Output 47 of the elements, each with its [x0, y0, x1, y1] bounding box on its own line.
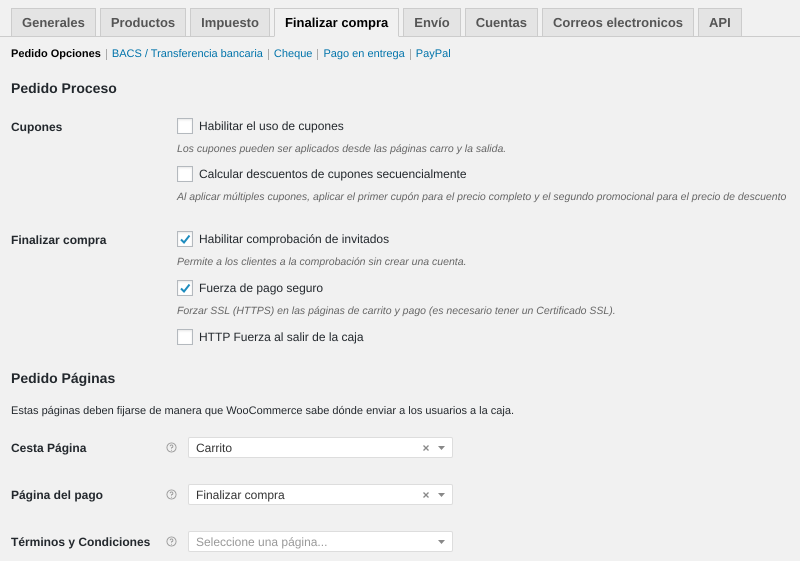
- tab[interactable]: Cuentas: [464, 8, 538, 36]
- tab[interactable]: Finalizar compra: [274, 8, 400, 37]
- select-field[interactable]: Finalizar compra: [188, 484, 453, 505]
- checkmark-icon: [179, 233, 191, 245]
- subnav-link[interactable]: Pago en entrega: [323, 46, 405, 62]
- tab[interactable]: Generales: [11, 8, 96, 36]
- checkmark-icon: [179, 282, 191, 294]
- setting-label: Finalizar compra: [11, 233, 106, 247]
- section-heading: Pedido Páginas: [10, 368, 116, 388]
- checkbox[interactable]: [177, 166, 193, 182]
- checkbox[interactable]: [177, 231, 193, 247]
- clear-icon[interactable]: [423, 444, 429, 450]
- help-icon[interactable]: [166, 442, 177, 453]
- tab[interactable]: API: [698, 8, 742, 36]
- description: Permite a los clientes a la comprobación sin crear una cuenta.: [177, 255, 468, 270]
- checkbox-label: HTTP Fuerza al salir de la caja: [199, 328, 364, 346]
- select-field[interactable]: Carrito: [188, 437, 453, 458]
- subnav-link[interactable]: PayPal: [416, 46, 451, 62]
- field-label: Términos y Condiciones: [11, 534, 150, 548]
- clear-icon[interactable]: [423, 492, 429, 498]
- checkbox-label: Habilitar el uso de cupones: [199, 118, 344, 134]
- checkbox-label: Calcular descuentos de cupones secuencialmente: [199, 166, 466, 184]
- checkbox-label: Habilitar comprobación de invitados: [199, 231, 390, 248]
- section-description: Estas páginas deben fijarse de manera que WooCommerce sabe dónde enviar a los usuarios a la caja.: [10, 404, 516, 418]
- description: Los cupones pueden ser aplicados desde las páginas carro y la salida.: [177, 142, 508, 156]
- setting-label: Cupones: [11, 120, 62, 134]
- checkbox-label: Fuerza de pago seguro: [199, 280, 324, 297]
- subnav-link[interactable]: Cheque: [274, 46, 312, 62]
- checkbox[interactable]: [177, 328, 193, 344]
- checkbox[interactable]: [177, 280, 193, 296]
- description: Al aplicar múltiples cupones, aplicar el primer cupón para el precio completo y el segundo promocional para el precio de descuento: [177, 190, 786, 206]
- field-label: Página del pago: [11, 488, 104, 502]
- tab[interactable]: Correos electronicos: [542, 8, 694, 36]
- caret-icon[interactable]: [438, 540, 445, 544]
- description: Forzar SSL (HTTPS) en las páginas de carrito y pago (es necesario tener un Certificado SSL).: [177, 304, 616, 319]
- field-label: Cesta Página: [11, 440, 86, 454]
- tab[interactable]: Impuesto: [190, 8, 270, 36]
- help-icon[interactable]: [166, 489, 177, 500]
- caret-icon[interactable]: [438, 446, 445, 450]
- caret-icon[interactable]: [438, 492, 445, 496]
- checkbox[interactable]: [177, 118, 193, 134]
- tab[interactable]: Envío: [403, 8, 461, 36]
- section-heading: Pedido Proceso: [10, 78, 118, 98]
- tab[interactable]: Productos: [100, 8, 186, 36]
- subnav-link[interactable]: BACS / Transferencia bancaria: [112, 46, 263, 62]
- help-icon[interactable]: [166, 536, 177, 547]
- subnav-link[interactable]: Pedido Opciones: [11, 46, 101, 62]
